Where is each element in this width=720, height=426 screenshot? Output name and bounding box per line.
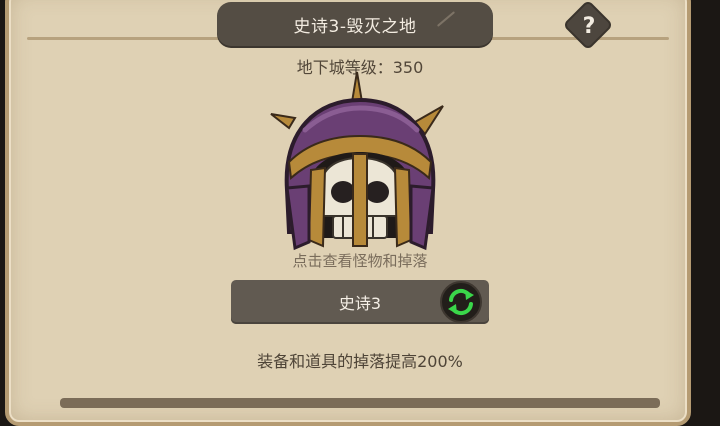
- question-mark-icon: ?: [582, 13, 596, 39]
- bottom-button-edge[interactable]: [60, 398, 660, 408]
- drop-bonus-text: 装备和道具的掉落提高200%: [257, 352, 463, 371]
- title-banner: 史诗3-毁灭之地: [217, 2, 493, 46]
- banner-scratch: [436, 11, 456, 27]
- boss-hint: 点击查看怪物和掉落: [292, 252, 428, 270]
- swap-difficulty-button[interactable]: [439, 281, 483, 325]
- skull-helmet-icon: [270, 71, 444, 251]
- dungeon-title: 史诗3-毁灭之地: [293, 16, 417, 37]
- help-button[interactable]: ?: [565, 2, 612, 49]
- difficulty-selector[interactable]: 史诗3: [231, 280, 489, 324]
- swap-arrows-icon: [440, 281, 482, 323]
- boss-portrait[interactable]: [265, 70, 455, 260]
